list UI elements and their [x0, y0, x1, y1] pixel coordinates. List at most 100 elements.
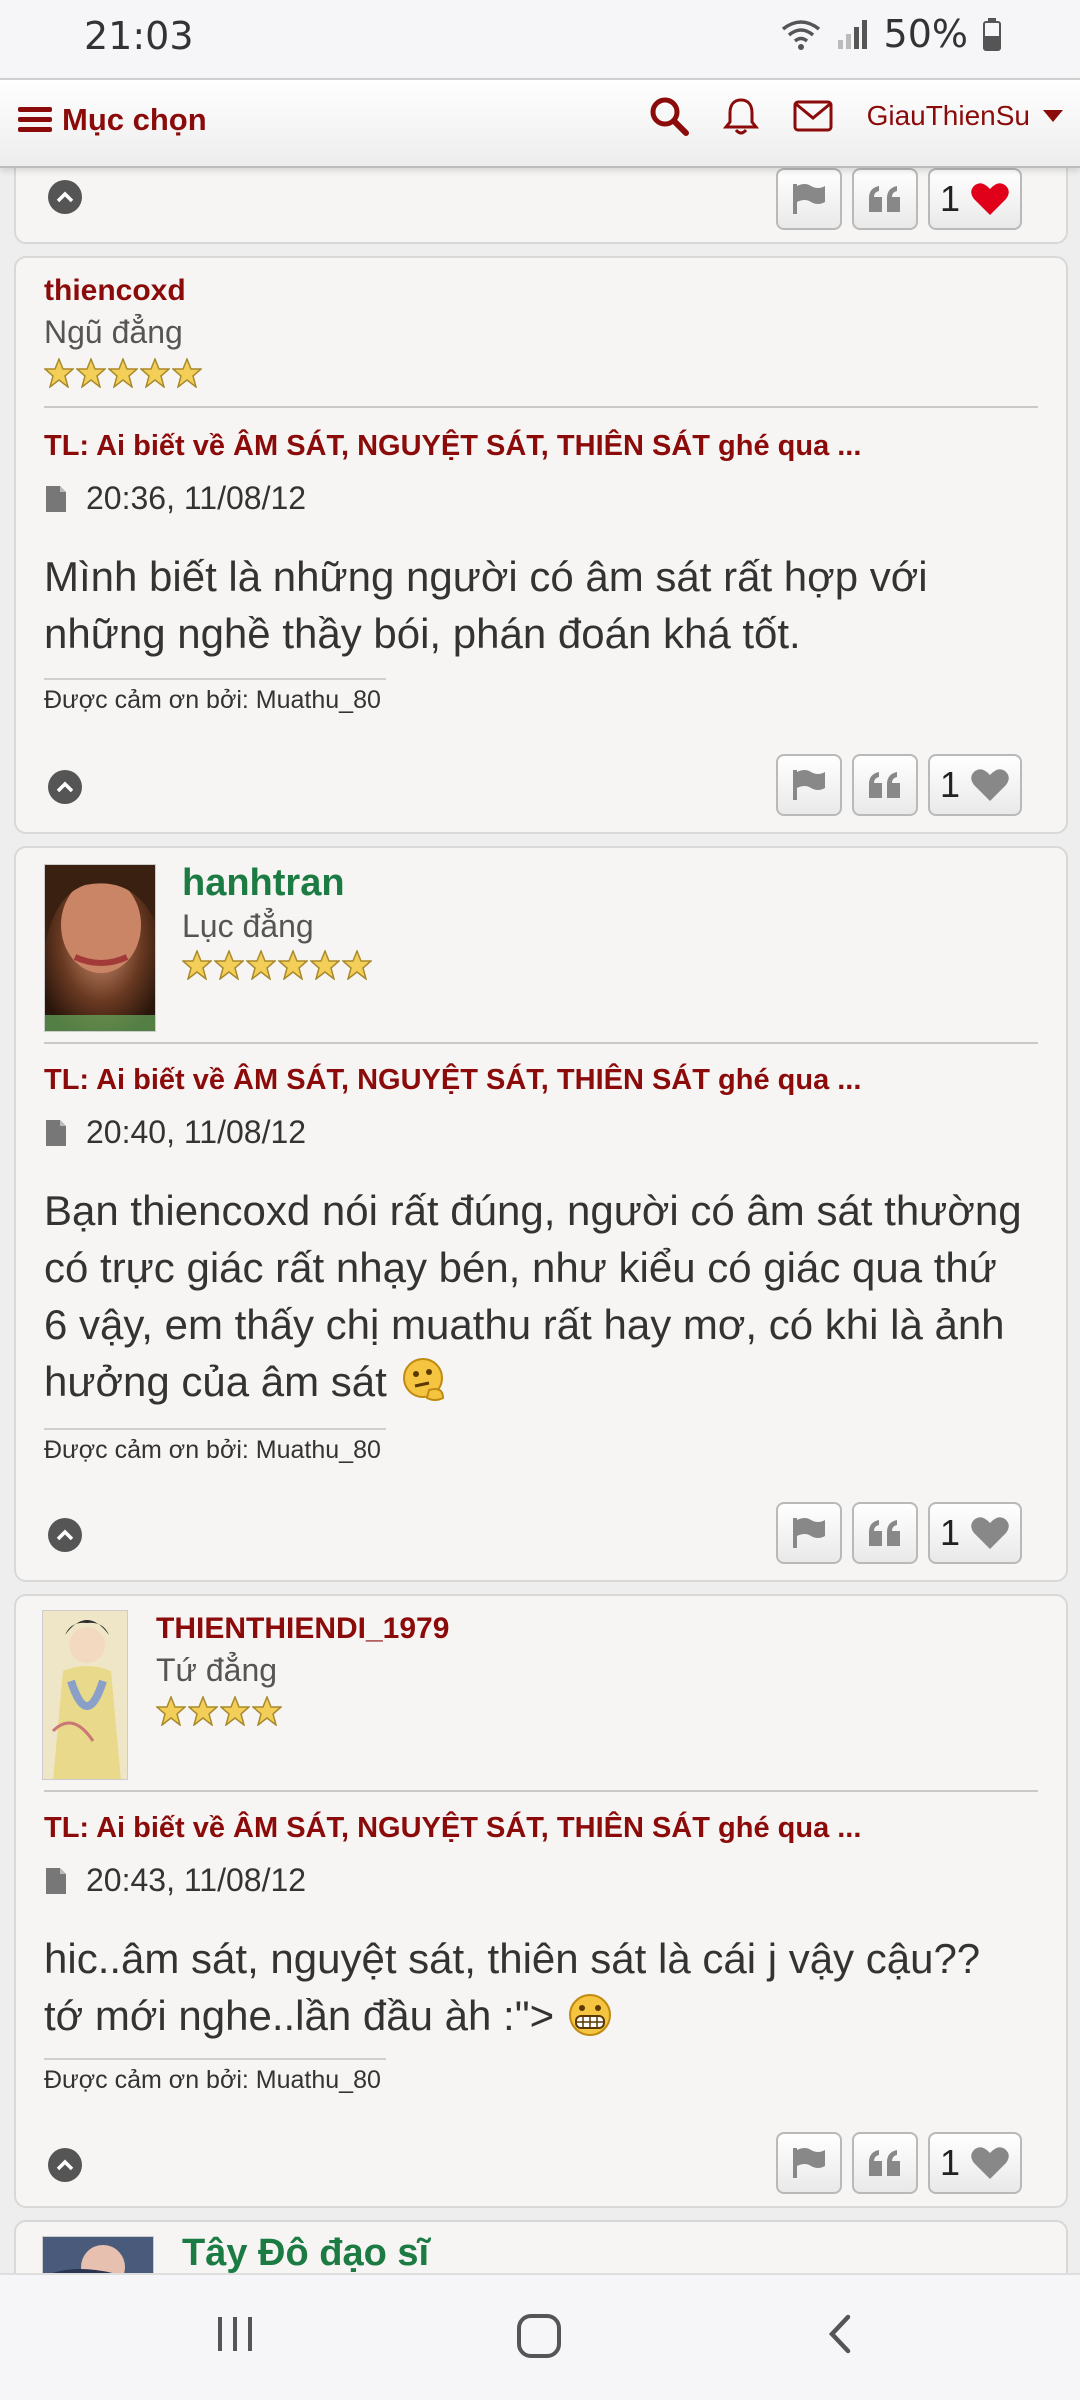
avatar[interactable] [42, 2236, 154, 2273]
quote-button[interactable] [851, 168, 918, 230]
report-button[interactable] [775, 168, 842, 230]
rank-star-icon [188, 1696, 218, 1726]
quote-icon [868, 772, 900, 798]
quote-icon [868, 186, 900, 212]
post-body-text: hic..âm sát, nguyệt sát, thiên sát là cá… [44, 1935, 981, 2039]
post-username[interactable]: hanhtran [182, 862, 345, 905]
messages-envelope-icon[interactable] [793, 100, 833, 132]
back-to-top-button[interactable] [48, 2148, 82, 2182]
status-icons: 50% [780, 12, 1002, 56]
system-navigation-bar [0, 2273, 1080, 2400]
heart-icon [971, 2147, 1009, 2179]
home-icon[interactable] [514, 2311, 564, 2361]
post-feed: 1 thiencoxd Ngũ đẳng TL: Ai biết về ÂM S… [0, 168, 1080, 2273]
quote-button[interactable] [851, 2132, 918, 2194]
rank-stars [182, 950, 372, 980]
post-username[interactable]: Tây Đô đạo sĩ [182, 2232, 429, 2273]
caret-down-icon [1043, 110, 1063, 122]
post-body: Bạn thiencoxd nói rất đúng, người có âm … [44, 1182, 1026, 1410]
search-icon[interactable] [649, 96, 689, 136]
rank-star-icon [214, 950, 244, 980]
post-thiencoxd: thiencoxd Ngũ đẳng TL: Ai biết về ÂM SÁT… [14, 256, 1068, 834]
hamburger-icon [18, 107, 52, 132]
post-title[interactable]: TL: Ai biết về ÂM SÁT, NGUYỆT SÁT, THIÊN… [44, 1064, 861, 1097]
back-to-top-button[interactable] [48, 1518, 82, 1552]
post-time: 20:43, 11/08/12 [86, 1862, 307, 1898]
post-body: Mình biết là những người có âm sát rất h… [44, 553, 928, 657]
document-icon [46, 485, 66, 512]
avatar[interactable] [42, 1610, 128, 1780]
thinking-emoji-icon [402, 1358, 444, 1401]
post-title[interactable]: TL: Ai biết về ÂM SÁT, NGUYỆT SÁT, THIÊN… [44, 430, 861, 463]
chevron-up-icon [56, 1529, 74, 1541]
recent-apps-icon[interactable] [212, 2311, 258, 2357]
user-menu-button[interactable]: GiauThienSu [867, 100, 1064, 132]
rank-star-icon [246, 950, 276, 980]
post-username[interactable]: THIENTHIENDI_1979 [156, 1612, 449, 1646]
quote-icon [868, 2150, 900, 2176]
current-username: GiauThienSu [866, 100, 1030, 131]
like-button[interactable]: 1 [927, 2132, 1022, 2194]
grin-emoji-icon [568, 1994, 611, 2036]
post-body: hic..âm sát, nguyệt sát, thiên sát là cá… [44, 1930, 1026, 2044]
post-divider [44, 1790, 1038, 1792]
flag-icon [792, 184, 825, 214]
post-time: 20:36, 11/08/12 [86, 480, 307, 516]
signal-icon [837, 20, 867, 49]
heart-icon [971, 1517, 1009, 1549]
like-button[interactable]: 1 [927, 168, 1022, 230]
post-partial-top: 1 [14, 168, 1068, 244]
like-button[interactable]: 1 [927, 754, 1022, 816]
document-icon [46, 1867, 66, 1894]
post-thienthiendi-1979: THIENTHIENDI_1979 Tứ đẳng TL: Ai biết về… [14, 1594, 1068, 2208]
rank-star-icon [44, 358, 74, 388]
post-hanhtran: hanhtran Lục đẳng TL: Ai biết về ÂM SÁT,… [14, 846, 1068, 1582]
main-menu-button[interactable]: Mục chọn [18, 102, 207, 138]
post-username[interactable]: thiencoxd [44, 274, 186, 308]
rank-star-icon [220, 1696, 250, 1726]
flag-icon [792, 770, 825, 800]
report-button[interactable] [775, 754, 842, 816]
notifications-bell-icon[interactable] [722, 96, 759, 136]
chevron-up-icon [56, 781, 74, 793]
wifi-icon [781, 20, 820, 50]
quote-button[interactable] [851, 754, 918, 816]
flag-icon [792, 1518, 825, 1548]
user-rank: Lục đẳng [182, 908, 314, 944]
heart-filled-icon [971, 183, 1009, 215]
battery-icon [983, 18, 1001, 51]
back-icon[interactable] [818, 2311, 864, 2357]
like-count: 1 [939, 2142, 960, 2183]
document-icon [46, 1119, 66, 1146]
post-tay-do-dao-si: Tây Đô đạo sĩ [14, 2220, 1068, 2273]
like-button[interactable]: 1 [927, 1502, 1022, 1564]
like-count: 1 [939, 764, 960, 805]
post-time: 20:40, 11/08/12 [86, 1114, 307, 1150]
status-bar: 21:03 50% [0, 0, 1080, 78]
rank-star-icon [108, 358, 138, 388]
avatar[interactable] [44, 864, 156, 1032]
back-to-top-button[interactable] [48, 770, 82, 804]
report-button[interactable] [775, 2132, 842, 2194]
report-button[interactable] [775, 1502, 842, 1564]
thanks-line: Được cảm ơn bởi: Muathu_80 [44, 1428, 386, 1465]
post-title[interactable]: TL: Ai biết về ÂM SÁT, NGUYỆT SÁT, THIÊN… [44, 1812, 861, 1845]
rank-star-icon [278, 950, 308, 980]
post-body-text: Bạn thiencoxd nói rất đúng, người có âm … [44, 1187, 1022, 1405]
main-menu-label: Mục chọn [62, 102, 207, 137]
rank-stars [44, 358, 202, 388]
post-divider [44, 1042, 1038, 1044]
thanks-line: Được cảm ơn bởi: Muathu_80 [44, 2058, 386, 2095]
user-rank: Ngũ đẳng [44, 314, 183, 350]
back-to-top-button[interactable] [48, 180, 82, 214]
rank-star-icon [156, 1696, 186, 1726]
chevron-up-icon [56, 2159, 74, 2171]
like-count: 1 [939, 1512, 960, 1553]
rank-star-icon [182, 950, 212, 980]
post-meta: 20:36, 11/08/12 [44, 480, 306, 517]
status-time: 21:03 [84, 14, 194, 58]
post-divider [44, 406, 1038, 408]
rank-star-icon [140, 358, 170, 388]
thanks-line: Được cảm ơn bởi: Muathu_80 [44, 678, 386, 715]
quote-button[interactable] [851, 1502, 918, 1564]
